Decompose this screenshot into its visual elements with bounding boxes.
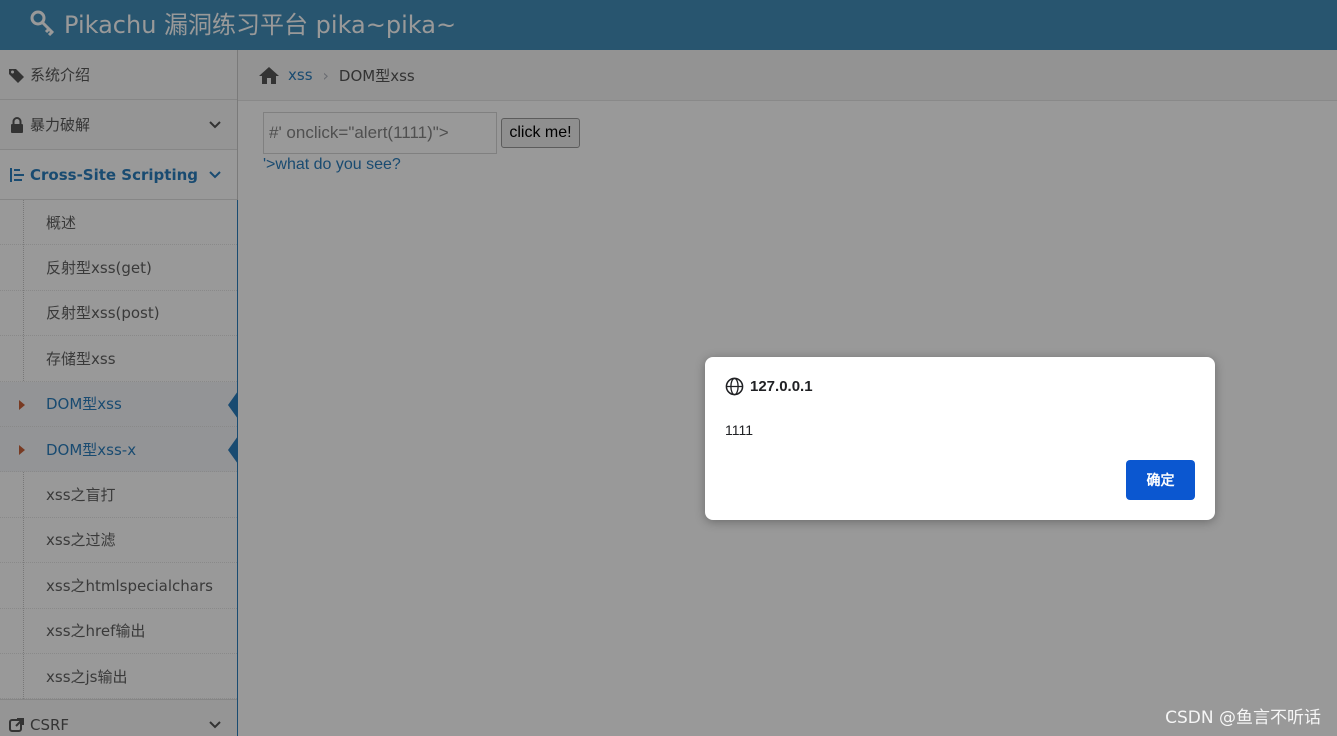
dialog-message: 1111 [725, 422, 754, 438]
watermark: CSDN @鱼言不听话 [1165, 708, 1321, 728]
alert-dialog: 127.0.0.1 1111 确定 [705, 357, 1215, 520]
dialog-origin: 127.0.0.1 [750, 378, 813, 395]
dialog-header: 127.0.0.1 [725, 377, 813, 396]
globe-icon [725, 377, 744, 396]
ok-button[interactable]: 确定 [1126, 460, 1195, 500]
